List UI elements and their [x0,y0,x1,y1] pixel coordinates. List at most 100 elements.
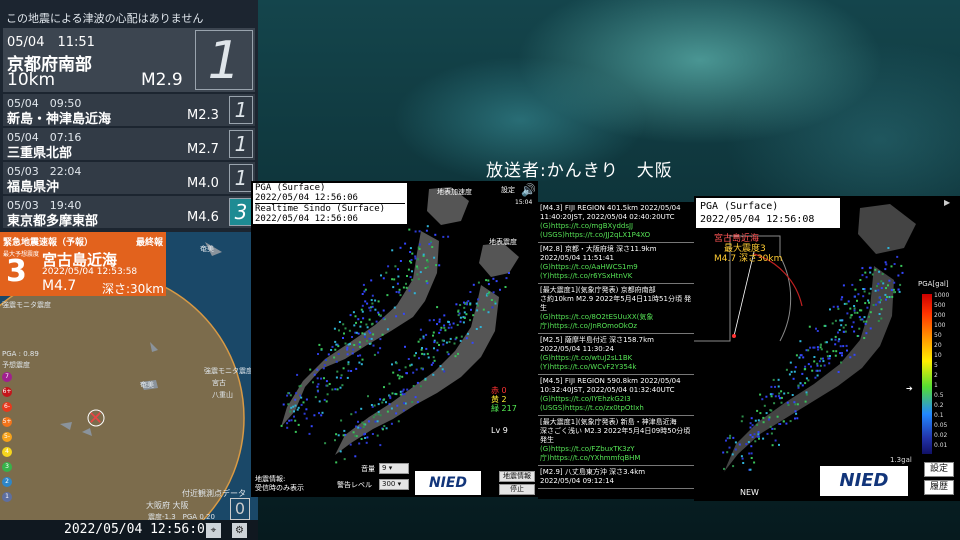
eew-depth: 深さ:30km [102,282,164,296]
tweet-item[interactable]: [M2.9] 八丈島東方沖 深さ3.4km 2022/05/04 09:12:14 [538,466,694,489]
pga-legend-bar [922,294,932,454]
history-magnitude: M4.0 [187,176,219,191]
nearby-station-name: 大阪府 大阪 [146,501,189,510]
legend-title: PGA[gal] [918,280,949,288]
tweet-item[interactable]: [最大震度1](気象庁発表) 新島・神津島近海 深さごく浅い M2.3 2022年… [538,416,694,466]
history-item[interactable]: 05/03 19:40 東京都多摩東部 M4.6 3 [3,196,255,229]
intensity-scale-dot: 6- [2,402,12,412]
tweet-link[interactable]: 庁)https://t.co/YXhmmfqBHM [540,454,692,463]
tweet-link[interactable]: (G)https://t.co/IYEhzkG2I3 [540,395,692,404]
volume-label: 音量 [361,465,375,473]
legend-value: 0.5 [934,392,944,399]
tweet-title: [M2.8] 京都・大阪府境 深さ11.9km [540,245,657,253]
monitor-label: 強震モニタ震度 [204,367,253,375]
sindo-label: 地表震度 [489,238,517,246]
tweet-link[interactable]: (USGS)https://t.co/JJ2qLX1P4XO [540,231,692,240]
tweet-title: [M4.3] FIJI REGION 401.5km 2022/05/04 [540,204,681,212]
tsunami-notice: この地震による津波の心配はありません [6,12,204,25]
volume-select[interactable]: 9 ▾ [379,463,409,474]
legend-value: 0.01 [934,442,948,449]
pga-monitor-window[interactable]: PGA (Surface) 2022/05/04 12:56:08 ▶ 宮古島近… [694,196,960,501]
legend-value: 1 [934,382,938,389]
tweet-title: [M2.9] 八丈島東方沖 深さ3.4km [540,468,646,476]
eew-time: 2022/05/04 12:53:58 [42,267,138,277]
level-label: Lv 9 [491,426,508,435]
latest-intensity: 1 [195,30,253,91]
play-icon[interactable]: ▶ [944,198,950,207]
new-label: NEW [740,488,759,497]
intensity-scale-dot: 6+ [2,387,12,397]
tweet-link[interactable]: 庁)https://t.co/JnROmoOkOz [540,322,692,331]
kyoshin-map-graphic [280,187,519,464]
tweet-title: [最大震度1](気象庁発表) 京都府南部 [540,286,656,294]
history-item[interactable]: 05/03 22:04 福島県沖 M4.0 1 [3,162,255,195]
legend-value: 0.2 [934,402,944,409]
legend-value: 10 [934,352,942,359]
warn-level-label: 警告レベル [337,481,372,489]
tweet-item[interactable]: [M2.5] 薩摩半島付近 深さ158.7km 2022/05/04 11:30:… [538,334,694,375]
map-label-amami: 奄美 [140,381,154,389]
history-magnitude: M4.6 [187,210,219,225]
history-button[interactable]: 履歴 [924,480,954,495]
tweet-item[interactable]: [M2.8] 京都・大阪府境 深さ11.9km 2022/05/04 11:51:… [538,243,694,284]
settings-button[interactable]: ⚙ [232,523,247,538]
tweet-link[interactable]: (G)https://t.co/mgBXyddsJJ [540,222,692,231]
tweet-link[interactable]: (G)https://t.co/AaHWCS1m9 [540,263,692,272]
tweet-body: 2022/05/04 11:30:24 [540,345,615,353]
tweet-item[interactable]: [最大震度1](気象庁発表) 京都府南部 さ約10km M2.9 2022年5月4… [538,284,694,334]
left-footer: 2022/05/04 12:56:07 ⌖ ⚙ [0,520,258,540]
current-pga: 1.3gal [890,456,912,464]
tweet-link[interactable]: (G)https://t.co/wtuJ2sL1BK [540,354,692,363]
history-intensity: 3 [229,198,253,226]
quake-info-button[interactable]: 地震情報 [499,471,535,482]
pga-title: PGA (Surface) [255,183,326,193]
map-label-amami-top: 奄美 [200,245,214,253]
tweet-link[interactable]: (USGS)https://t.co/zx0tpOtIxh [540,404,692,413]
eew-final-label: 最終報 [135,238,163,248]
pga-title-right: PGA (Surface) [700,201,779,212]
legend-value: 2 [934,372,938,379]
legend-value: 200 [934,312,946,319]
nied-logo: NIED [415,471,481,495]
history-item[interactable]: 05/04 07:16 三重県北部 M2.7 1 [3,128,255,161]
tweet-body: 2022/05/04 09:12:14 [540,477,615,485]
nearby-station-intensity: 0 [230,498,250,520]
accel-label: 地表加速度 [437,188,472,196]
history-magnitude: M2.3 [187,108,219,123]
chevron-down-icon: ▾ [388,464,393,472]
tweet-item[interactable]: [M4.3] FIJI REGION 401.5km 2022/05/04 11:… [538,202,694,243]
tweet-item[interactable]: [M4.5] FIJI REGION 590.8km 2022/05/04 10:… [538,375,694,416]
latest-depth: 10km [7,70,56,90]
pga-label: PGA : 0.89 [2,350,39,358]
legend-value: 5 [934,362,938,369]
warn-level-value: 300 [382,480,396,488]
eew-map[interactable]: 緊急地震速報（予報） 最終報 最大予想震度 3 宮古島近海 2022/05/04… [0,232,258,540]
legend-value: 100 [934,322,946,329]
stop-button[interactable]: 停止 [499,484,535,495]
eew-banner: 緊急地震速報（予報） 最終報 最大予想震度 3 宮古島近海 2022/05/04… [0,232,166,296]
tweet-link[interactable]: (Y)https://t.co/WCvF2Y354k [540,363,692,372]
broadcaster-caption: 放送者:かんきり 大阪 [486,161,673,181]
speaker-icon[interactable]: 🔊 [521,183,536,197]
history-item[interactable]: 05/04 09:50 新島・神津島近海 M2.3 1 [3,94,255,127]
setting-label[interactable]: 設定 [501,185,515,195]
history-region: 三重県北部 [7,146,73,161]
epicenter-marker-icon: ✕ [88,408,104,429]
history-region: 東京都多摩東部 [7,214,99,229]
tweet-title: [M4.5] FIJI REGION 590.8km 2022/05/04 [540,377,681,385]
latest-magnitude: M2.9 [141,70,183,90]
tweet-link[interactable]: (G)https://t.co/8O2tESUuXX(気象 [540,313,692,322]
locate-button[interactable]: ⌖ [206,523,221,538]
settings-button-right[interactable]: 設定 [924,462,954,477]
gear-icon: ⚙ [235,525,244,536]
tweet-link[interactable]: (G)https://t.co/FZbuxTK3zY [540,445,692,454]
warn-level-select[interactable]: 300 ▾ [379,479,409,490]
tweet-link[interactable]: (Y)https://t.co/r6YSxHtnVK [540,272,692,281]
kyoshin-monitor-window[interactable]: PGA (Surface) 2022/05/04 12:56:06 Realti… [251,181,538,497]
tweet-feed[interactable]: [M4.3] FIJI REGION 401.5km 2022/05/04 11:… [538,202,694,499]
tweet-title: [最大震度1](気象庁発表) 新島・神津島近海 [540,418,677,426]
pga-header: PGA (Surface) 2022/05/04 12:56:06 Realti… [253,183,407,224]
intensity-scale-dot: 1 [2,492,12,502]
latest-earthquake-card[interactable]: 05/04 11:51 京都府南部 10km M2.9 1 [3,28,255,92]
history-region: 福島県沖 [7,180,60,195]
